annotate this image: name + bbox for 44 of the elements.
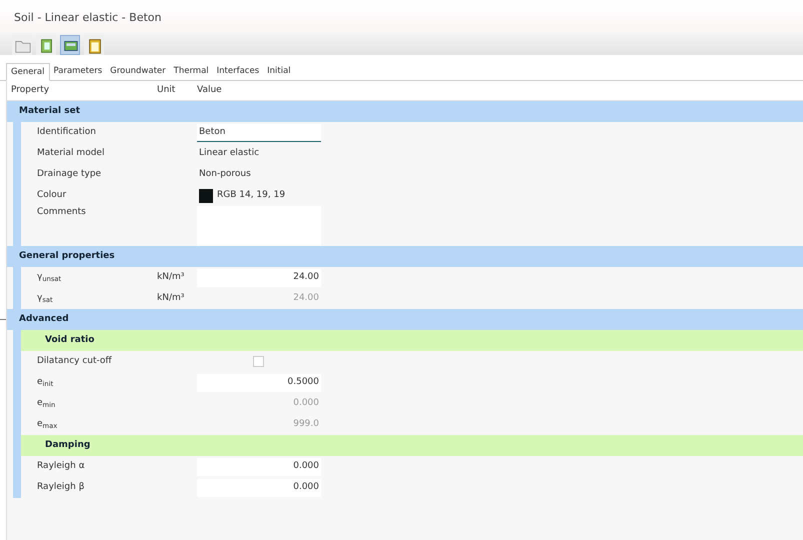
property-label: e$_{max}$ [36, 418, 58, 432]
property-label: Drainage type [36, 168, 102, 181]
comments-field[interactable] [197, 206, 321, 246]
property-label: Material model [36, 147, 106, 160]
property-label: Colour [36, 189, 68, 202]
column-header: Unit [157, 84, 176, 97]
property-label: Dilatancy cut-off [36, 355, 113, 368]
property-label: e$_{min}$ [36, 397, 56, 410]
tab[interactable]: Initial [263, 62, 295, 80]
column-header: Value [197, 84, 223, 97]
subsection-header[interactable]: Void ratio [21, 330, 803, 352]
checkbox[interactable] [253, 356, 264, 368]
property-label: Rayleigh β [36, 481, 86, 494]
unit-label: kN/m³ [157, 271, 186, 284]
subsection-header[interactable]: Damping [21, 435, 803, 456]
property-label: Comments [36, 206, 87, 220]
value-field[interactable]: 0.000 [197, 458, 321, 476]
tab[interactable]: Thermal [170, 62, 213, 80]
tab[interactable]: Interfaces [212, 62, 264, 80]
section-header[interactable]: General properties [7, 246, 803, 268]
tab[interactable]: Parameters [50, 62, 106, 80]
folder-button[interactable] [12, 34, 32, 54]
value-field[interactable]: Non-porous [197, 166, 321, 184]
value-field[interactable]: 0.5000 [197, 374, 321, 392]
value-field[interactable]: 24.00 [197, 268, 321, 287]
property-label: Identification [36, 126, 98, 139]
tab[interactable]: General [6, 62, 50, 82]
property-label: Rayleigh α [36, 460, 86, 473]
column-header: Property [10, 84, 50, 97]
section-header[interactable]: Material set [7, 101, 803, 122]
value-field[interactable]: Linear elastic [197, 144, 321, 163]
property-label: γ$_{unsat}$ [36, 271, 62, 284]
section-title: Advanced [19, 313, 69, 326]
value-field[interactable]: Beton [197, 124, 321, 142]
unit-label: kN/m³ [157, 292, 186, 305]
clipboard-icon [86, 36, 104, 54]
document-button[interactable] [36, 34, 56, 54]
value-field[interactable]: 0.000 [197, 478, 321, 497]
clipboard-button[interactable] [84, 34, 104, 54]
tab[interactable]: Groundwater [106, 62, 170, 80]
property-label: e$_{init}$ [36, 376, 54, 390]
window-button[interactable] [60, 34, 80, 54]
value-text: RGB 14, 19, 19 [217, 189, 286, 202]
property-label: γ$_{sat}$ [36, 292, 54, 306]
